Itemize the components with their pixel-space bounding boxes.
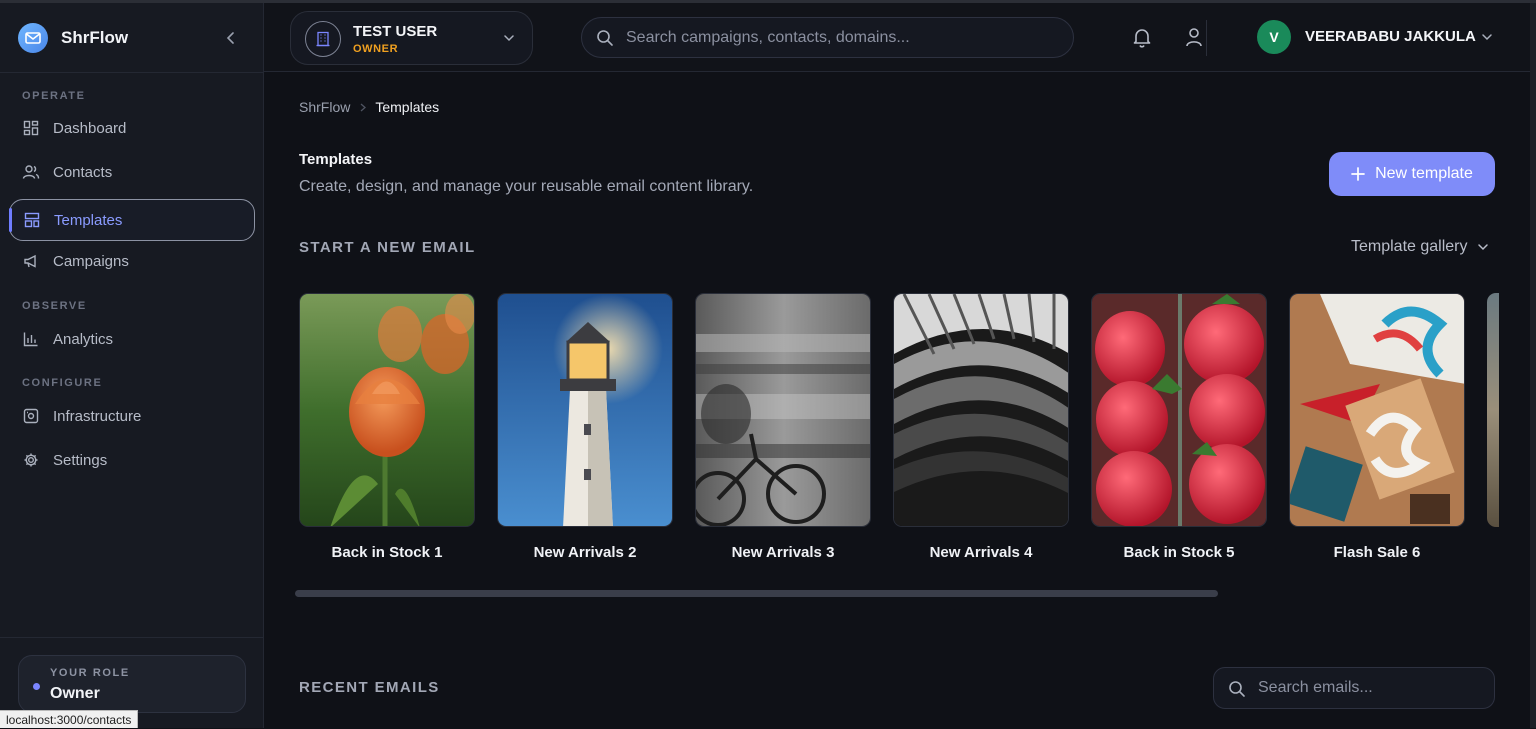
role-status-dot [33,683,40,690]
sidebar-item-infrastructure[interactable]: Infrastructure [9,395,255,437]
chevron-down-icon[interactable] [1481,30,1493,48]
emails-search[interactable] [1213,667,1495,709]
sidebar-item-campaigns[interactable]: Campaigns [9,240,255,282]
template-card[interactable]: Back in Stock 5 [1091,293,1267,561]
sidebar-item-templates[interactable]: Templates [9,199,255,241]
template-card[interactable]: Back in Stock 1 [299,293,475,561]
building-icon [305,21,341,57]
template-gallery-dropdown[interactable]: Template gallery [1351,238,1489,256]
partial-template-card[interactable] [1487,293,1499,527]
template-card[interactable]: New Arrivals 3 [695,293,871,561]
page-title: Templates [299,151,373,168]
sidebar-item-analytics[interactable]: Analytics [9,318,255,360]
role-value: Owner [50,685,100,702]
chevron-down-icon [503,31,515,49]
strawberries-photo [1091,293,1267,527]
divider [1206,20,1207,56]
breadcrumb-root-link[interactable]: ShrFlow [299,99,350,115]
template-gallery-label: Template gallery [1351,238,1468,255]
template-label: New Arrivals 4 [929,544,1033,561]
template-card[interactable]: New Arrivals 2 [497,293,673,561]
bar-chart-icon [22,330,40,348]
template-card[interactable]: New Arrivals 4 [893,293,1069,561]
browser-status-url: localhost:3000/contacts [0,710,139,728]
template-card[interactable]: Flash Sale 6 [1289,293,1465,561]
sidebar: ShrFlow OPERATE Dashboard Contacts Templ… [0,3,264,728]
sidebar-item-label: Settings [53,451,108,469]
sidebar-item-label: Analytics [53,330,114,348]
search-input[interactable] [626,18,1056,57]
section-label-observe: OBSERVE [22,300,87,312]
lighthouse-photo [497,293,673,527]
page-scrollbar[interactable] [1530,3,1536,728]
collapse-sidebar-chevron-left-icon[interactable] [222,29,240,47]
sidebar-item-label: Infrastructure [53,407,142,425]
megaphone-icon [22,252,40,270]
sidebar-item-label: Contacts [53,163,113,181]
mail-logo-icon [18,23,48,53]
org-switcher[interactable]: TEST USER OWNER [290,11,533,65]
new-template-button[interactable]: New template [1329,152,1495,196]
bell-icon[interactable] [1131,26,1153,53]
cyclist-blur-photo [695,293,871,527]
sidebar-item-dashboard[interactable]: Dashboard [9,107,255,149]
chevron-down-icon [1477,241,1489,253]
emails-search-input[interactable] [1258,668,1483,708]
template-label: Flash Sale 6 [1333,544,1421,561]
plus-icon [1351,167,1365,181]
user-profile-icon[interactable] [1184,26,1204,53]
global-search[interactable] [581,17,1074,58]
horizontal-scrollbar[interactable] [295,590,1218,597]
architecture-photo [893,293,1069,527]
brand[interactable]: ShrFlow [18,22,128,54]
template-label: Back in Stock 5 [1123,544,1235,561]
org-role-badge: OWNER [353,43,399,55]
divider [0,637,264,638]
role-label: YOUR ROLE [50,667,130,679]
top-header: TEST USER OWNER V VEERABABU JAKKULA [264,3,1530,72]
page-subtitle: Create, design, and manage your reusable… [299,178,754,195]
sidebar-item-contacts[interactable]: Contacts [9,151,255,193]
chevron-right-icon [360,103,367,112]
section-label-configure: CONFIGURE [22,377,103,389]
gear-icon [22,451,40,469]
avatar[interactable]: V [1257,20,1291,54]
breadcrumb-current: Templates [375,99,440,115]
users-icon [22,163,40,181]
sidebar-item-label: Campaigns [53,252,129,270]
recent-emails-heading: RECENT EMAILS [299,679,440,696]
section-label-operate: OPERATE [22,90,86,102]
sidebar-item-label: Dashboard [53,119,127,137]
template-label: New Arrivals 2 [533,544,637,561]
start-new-email-heading: START A NEW EMAIL [299,239,476,256]
tulips-photo [299,293,475,527]
search-icon [596,29,614,52]
template-label: New Arrivals 3 [731,544,835,561]
search-icon [1228,680,1246,703]
sidebar-item-label: Templates [54,211,123,229]
brand-name: ShrFlow [61,28,129,47]
breadcrumb: ShrFlow Templates [299,99,439,115]
user-name[interactable]: VEERABABU JAKKULA [1305,28,1476,45]
stickers-photo [1289,293,1465,527]
server-icon [22,407,40,425]
dashboard-icon [22,119,40,137]
role-card: YOUR ROLE Owner [18,655,246,713]
divider [0,72,264,73]
org-name: TEST USER [353,23,438,40]
sidebar-item-settings[interactable]: Settings [9,439,255,481]
template-label: Back in Stock 1 [331,544,443,561]
new-template-label: New template [1375,165,1473,182]
layout-icon [23,211,41,229]
